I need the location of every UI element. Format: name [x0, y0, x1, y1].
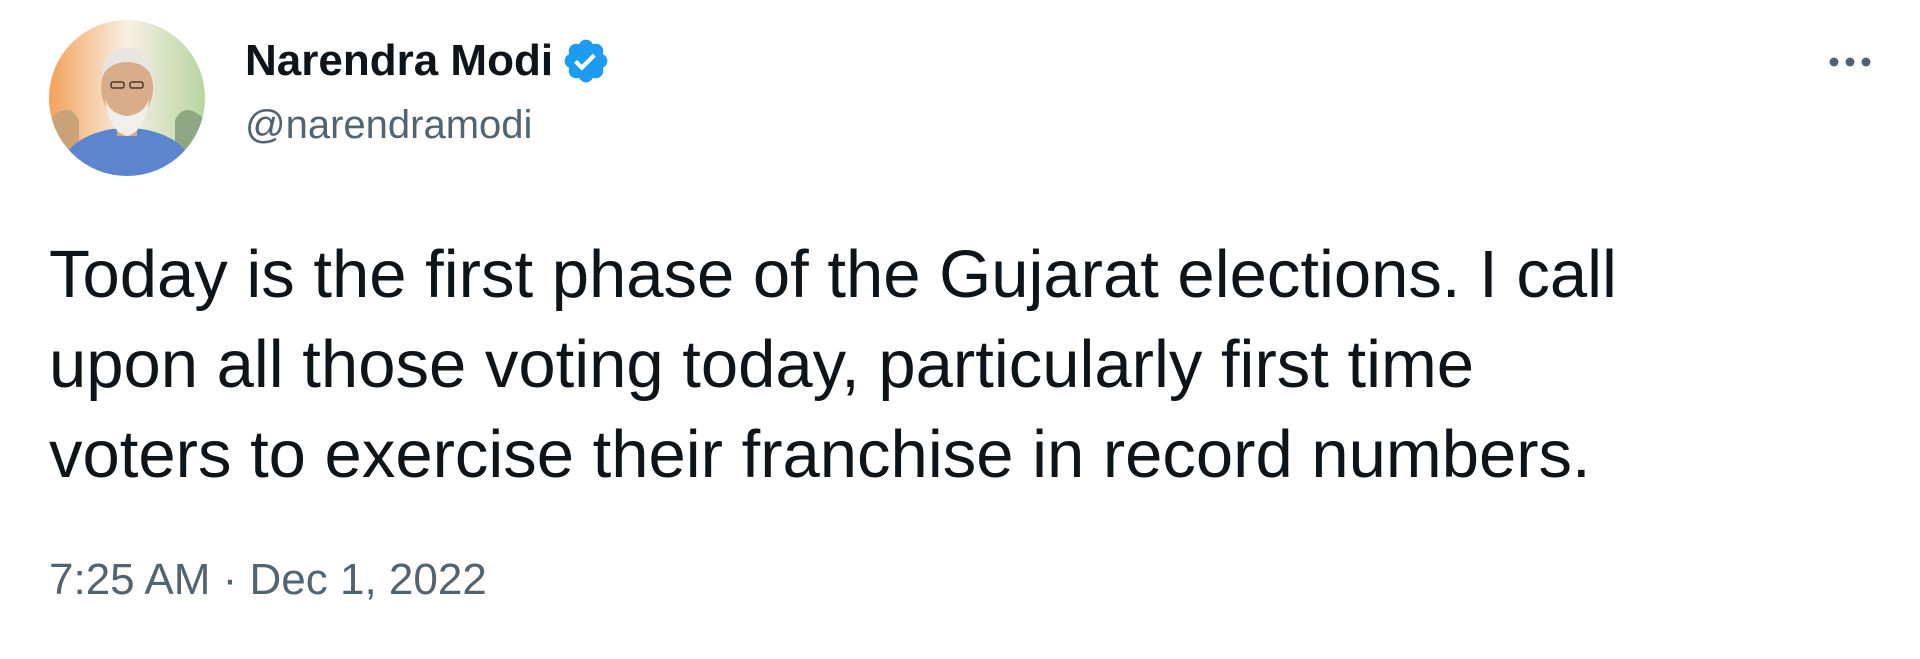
author-avatar[interactable]	[49, 20, 205, 176]
tweet-text-line: Today is the first phase of the Gujarat …	[49, 237, 1617, 312]
author-name-row[interactable]: Narendra Modi	[245, 34, 611, 88]
verified-badge-icon	[561, 36, 611, 86]
avatar-image	[49, 20, 205, 176]
more-options-icon	[1829, 57, 1871, 67]
tweet-card: Narendra Modi @narendramodi Today is the…	[0, 0, 1920, 659]
author-display-name[interactable]: Narendra Modi	[245, 34, 553, 88]
author-handle[interactable]: @narendramodi	[245, 100, 532, 150]
tweet-text-line: upon all those voting today, particularl…	[49, 327, 1475, 402]
tweet-text: Today is the first phase of the Gujarat …	[49, 230, 1869, 500]
tweet-timestamp[interactable]: 7:25 AM · Dec 1, 2022	[49, 553, 487, 607]
tweet-text-line: voters to exercise their franchise in re…	[49, 417, 1591, 492]
more-options-button[interactable]	[1820, 40, 1880, 84]
